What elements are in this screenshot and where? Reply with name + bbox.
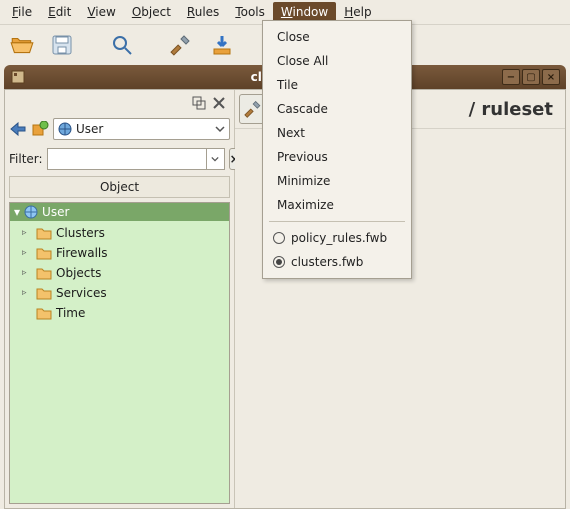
hammer-icon <box>244 99 264 119</box>
menu-radio-policy[interactable]: policy_rules.fwb <box>263 226 411 250</box>
tree-item-label: Clusters <box>56 226 105 240</box>
filter-dropdown-arrow[interactable] <box>206 149 224 169</box>
folder-icon <box>36 286 52 300</box>
tree-item-label: Services <box>56 286 107 300</box>
menu-item-previous[interactable]: Previous <box>263 145 411 169</box>
filter-input[interactable] <box>48 149 206 169</box>
app-icon <box>10 69 26 85</box>
folder-open-icon <box>9 32 35 58</box>
tree-item-time[interactable]: Time <box>20 303 229 323</box>
folder-icon <box>36 306 52 320</box>
filter-combo[interactable] <box>47 148 225 170</box>
tree-item-firewalls[interactable]: ▹ Firewalls <box>20 243 229 263</box>
compile-button[interactable] <box>166 29 198 61</box>
left-panel: User Filter: × Object ▾ User ▹ <box>5 90 235 508</box>
radio-icon-selected <box>273 256 285 268</box>
object-tree[interactable]: ▾ User ▹ Clusters ▹ Firewalls ▹ <box>9 202 230 504</box>
menu-view[interactable]: View <box>79 2 123 22</box>
save-button[interactable] <box>46 29 78 61</box>
radio-icon <box>273 232 285 244</box>
collapse-icon[interactable]: ▾ <box>14 205 20 219</box>
library-label: User <box>76 122 103 136</box>
filter-label: Filter: <box>9 152 43 166</box>
menu-item-tile[interactable]: Tile <box>263 73 411 97</box>
menu-help[interactable]: Help <box>336 2 379 22</box>
panel-close-icon[interactable] <box>212 96 226 110</box>
menu-item-close-all[interactable]: Close All <box>263 49 411 73</box>
expand-icon[interactable]: ▹ <box>22 248 32 258</box>
globe-icon <box>24 205 38 219</box>
duplicate-icon[interactable] <box>192 96 206 110</box>
minimize-button[interactable]: − <box>502 69 520 85</box>
menu-radio-label: clusters.fwb <box>291 255 363 269</box>
ruleset-heading: / ruleset <box>469 99 561 120</box>
tree-item-objects[interactable]: ▹ Objects <box>20 263 229 283</box>
filter-row: Filter: × <box>9 146 230 172</box>
menu-object[interactable]: Object <box>124 2 179 22</box>
find-button[interactable] <box>106 29 138 61</box>
open-button[interactable] <box>6 29 38 61</box>
nav-row: User <box>9 116 230 142</box>
menu-separator <box>269 221 405 222</box>
chevron-down-icon <box>211 155 219 163</box>
chevron-down-icon <box>215 124 225 134</box>
menu-window[interactable]: Window <box>273 2 336 22</box>
folder-icon <box>36 266 52 280</box>
menu-item-close[interactable]: Close <box>263 25 411 49</box>
menu-rules[interactable]: Rules <box>179 2 227 22</box>
window-menu-dropdown: Close Close All Tile Cascade Next Previo… <box>262 20 412 279</box>
menu-item-maximize[interactable]: Maximize <box>263 193 411 217</box>
tree-root-user[interactable]: ▾ User <box>10 203 229 221</box>
menu-item-minimize[interactable]: Minimize <box>263 169 411 193</box>
floppy-icon <box>50 33 74 57</box>
menu-edit[interactable]: Edit <box>40 2 79 22</box>
globe-icon <box>58 122 72 136</box>
menu-item-cascade[interactable]: Cascade <box>263 97 411 121</box>
tree-item-label: Time <box>56 306 85 320</box>
maximize-button[interactable]: ▢ <box>522 69 540 85</box>
tree-item-services[interactable]: ▹ Services <box>20 283 229 303</box>
menu-radio-clusters[interactable]: clusters.fwb <box>263 250 411 274</box>
menu-file[interactable]: File <box>4 2 40 22</box>
tree-root-label: User <box>42 205 69 219</box>
expand-icon[interactable]: ▹ <box>22 228 32 238</box>
expand-icon[interactable]: ▹ <box>22 268 32 278</box>
tree-children: ▹ Clusters ▹ Firewalls ▹ Objects ▹ <box>10 221 229 325</box>
tree-item-label: Objects <box>56 266 101 280</box>
tree-item-label: Firewalls <box>56 246 108 260</box>
expand-icon[interactable]: ▹ <box>22 288 32 298</box>
library-combo[interactable]: User <box>53 118 230 140</box>
close-button[interactable]: × <box>542 69 560 85</box>
folder-icon <box>36 226 52 240</box>
hammer-icon <box>170 33 194 57</box>
panel-icon-row <box>9 94 230 112</box>
folder-icon <box>36 246 52 260</box>
menu-item-next[interactable]: Next <box>263 121 411 145</box>
back-icon[interactable] <box>9 121 27 137</box>
object-column-header[interactable]: Object <box>9 176 230 198</box>
new-object-icon[interactable] <box>31 121 49 137</box>
menu-radio-label: policy_rules.fwb <box>291 231 387 245</box>
menu-tools[interactable]: Tools <box>227 2 273 22</box>
search-icon <box>110 33 134 57</box>
install-button[interactable] <box>206 29 238 61</box>
download-icon <box>210 33 234 57</box>
tree-item-clusters[interactable]: ▹ Clusters <box>20 223 229 243</box>
